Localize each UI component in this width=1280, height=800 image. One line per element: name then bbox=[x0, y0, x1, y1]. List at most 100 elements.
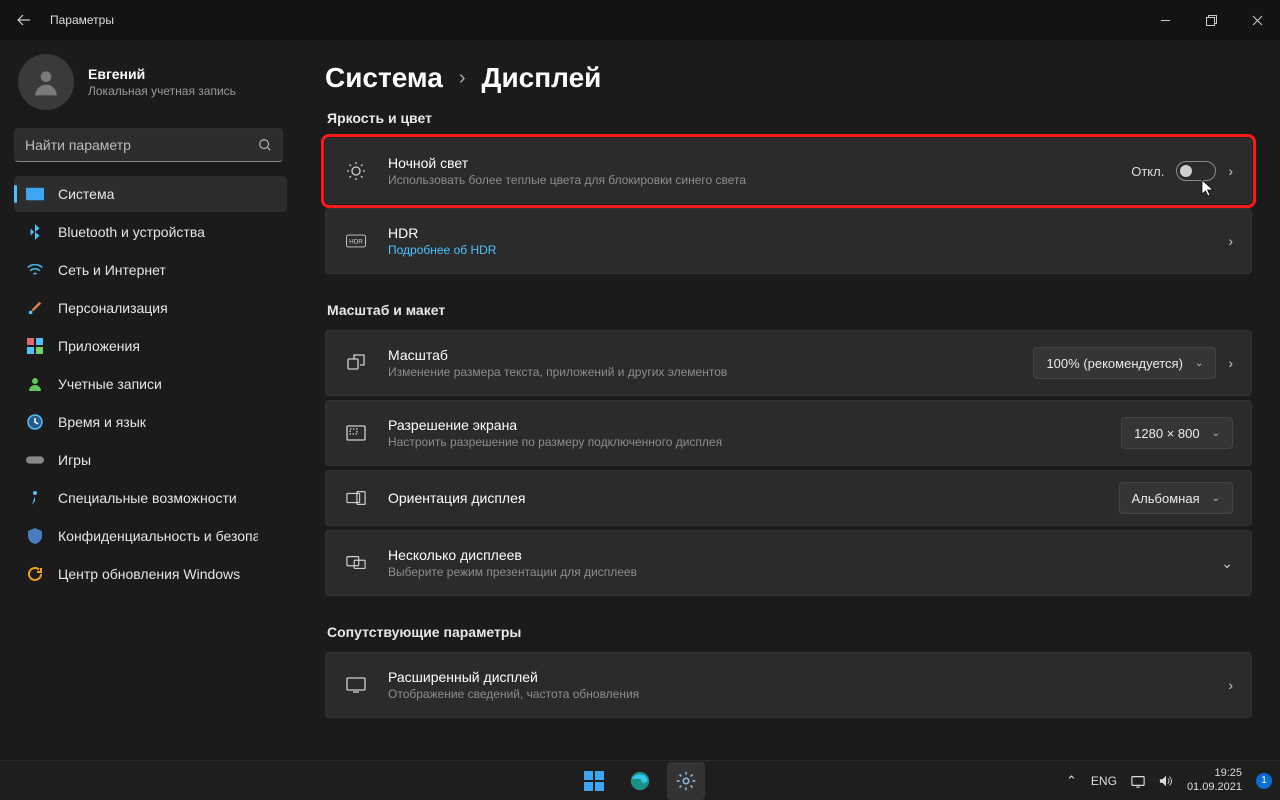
sidebar-item-apps[interactable]: Приложения bbox=[14, 328, 287, 364]
night-light-toggle[interactable] bbox=[1176, 161, 1216, 181]
user-name: Евгений bbox=[88, 66, 236, 82]
chevron-down-icon: ⌄ bbox=[1195, 358, 1203, 369]
notification-badge[interactable]: 1 bbox=[1256, 773, 1272, 789]
sidebar-item-update[interactable]: Центр обновления Windows bbox=[14, 556, 287, 592]
user-type: Локальная учетная запись bbox=[88, 84, 236, 98]
advanced-display-subtitle: Отображение сведений, частота обновления bbox=[388, 687, 1208, 701]
hdr-card[interactable]: HDR HDR Подробнее об HDR › bbox=[325, 208, 1252, 274]
sidebar-nav: Система Bluetooth и устройства Сеть и Ин… bbox=[14, 176, 287, 592]
section-scale: Масштаб и макет bbox=[327, 302, 1252, 318]
multi-display-subtitle: Выберите режим презентации для дисплеев bbox=[388, 565, 1201, 579]
orientation-card[interactable]: Ориентация дисплея Альбомная⌄ bbox=[325, 470, 1252, 526]
chevron-down-icon: ⌄ bbox=[1221, 555, 1233, 572]
accessibility-icon bbox=[26, 489, 44, 507]
breadcrumb-parent[interactable]: Система bbox=[325, 62, 443, 94]
svg-text:HDR: HDR bbox=[349, 239, 363, 246]
resolution-icon bbox=[344, 423, 368, 443]
sidebar-item-network[interactable]: Сеть и Интернет bbox=[14, 252, 287, 288]
resolution-subtitle: Настроить разрешение по размеру подключе… bbox=[388, 435, 1101, 449]
toggle-label: Откл. bbox=[1131, 164, 1164, 179]
sidebar-item-personalization[interactable]: Персонализация bbox=[14, 290, 287, 326]
brightness-icon bbox=[344, 161, 368, 181]
resolution-title: Разрешение экрана bbox=[388, 417, 1101, 433]
wifi-icon bbox=[26, 261, 44, 279]
shield-icon bbox=[26, 527, 44, 545]
brush-icon bbox=[26, 299, 44, 317]
search-input[interactable]: Найти параметр bbox=[14, 128, 283, 162]
edge-button[interactable] bbox=[621, 762, 659, 800]
network-icon[interactable] bbox=[1131, 774, 1145, 788]
avatar bbox=[18, 54, 74, 110]
bluetooth-icon bbox=[26, 223, 44, 241]
hdr-title: HDR bbox=[388, 225, 1208, 241]
scale-card[interactable]: Масштаб Изменение размера текста, прилож… bbox=[325, 330, 1252, 396]
chevron-right-icon: › bbox=[1228, 233, 1233, 249]
breadcrumb: Система › Дисплей bbox=[325, 62, 1252, 94]
resolution-select[interactable]: 1280 × 800⌄ bbox=[1121, 417, 1233, 449]
accounts-icon bbox=[26, 375, 44, 393]
sidebar-item-bluetooth[interactable]: Bluetooth и устройства bbox=[14, 214, 287, 250]
main-content: Система › Дисплей Яркость и цвет Ночной … bbox=[295, 40, 1280, 760]
sidebar-item-time[interactable]: Время и язык bbox=[14, 404, 287, 440]
orientation-title: Ориентация дисплея bbox=[388, 490, 1099, 506]
scale-icon bbox=[344, 353, 368, 373]
language-indicator[interactable]: ENG bbox=[1091, 774, 1117, 788]
taskbar: ⌃ ENG 19:25 01.09.2021 1 bbox=[0, 760, 1280, 800]
orientation-select[interactable]: Альбомная⌄ bbox=[1119, 482, 1233, 514]
back-button[interactable] bbox=[16, 12, 32, 28]
clock-icon bbox=[26, 413, 44, 431]
system-icon bbox=[26, 185, 44, 203]
chevron-right-icon: › bbox=[459, 67, 466, 90]
sidebar-item-label: Игры bbox=[58, 452, 91, 468]
search-placeholder: Найти параметр bbox=[25, 137, 131, 153]
sidebar: Евгений Локальная учетная запись Найти п… bbox=[0, 40, 295, 760]
chevron-down-icon: ⌄ bbox=[1212, 493, 1220, 504]
sidebar-item-accounts[interactable]: Учетные записи bbox=[14, 366, 287, 402]
section-brightness: Яркость и цвет bbox=[327, 110, 1252, 126]
cursor-icon bbox=[1201, 179, 1215, 197]
section-related: Сопутствующие параметры bbox=[327, 624, 1252, 640]
scale-title: Масштаб bbox=[388, 347, 1013, 363]
scale-subtitle: Изменение размера текста, приложений и д… bbox=[388, 365, 1013, 379]
advanced-display-title: Расширенный дисплей bbox=[388, 669, 1208, 685]
chevron-right-icon: › bbox=[1228, 163, 1233, 179]
chevron-down-icon: ⌄ bbox=[1212, 428, 1220, 439]
monitor-icon bbox=[344, 675, 368, 695]
minimize-button[interactable] bbox=[1142, 0, 1188, 40]
sidebar-item-privacy[interactable]: Конфиденциальность и безопасность bbox=[14, 518, 287, 554]
sidebar-item-system[interactable]: Система bbox=[14, 176, 287, 212]
sidebar-item-label: Персонализация bbox=[58, 300, 168, 316]
clock[interactable]: 19:25 01.09.2021 bbox=[1187, 767, 1242, 793]
sidebar-item-accessibility[interactable]: Специальные возможности bbox=[14, 480, 287, 516]
multi-display-icon bbox=[344, 553, 368, 573]
update-icon bbox=[26, 565, 44, 583]
system-tray: ⌃ ENG 19:25 01.09.2021 1 bbox=[1066, 767, 1272, 793]
advanced-display-card[interactable]: Расширенный дисплей Отображение сведений… bbox=[325, 652, 1252, 718]
night-light-card[interactable]: Ночной свет Использовать более теплые цв… bbox=[325, 138, 1252, 204]
sidebar-item-gaming[interactable]: Игры bbox=[14, 442, 287, 478]
sidebar-item-label: Bluetooth и устройства bbox=[58, 224, 205, 240]
titlebar: Параметры bbox=[0, 0, 1280, 40]
settings-taskbar-button[interactable] bbox=[667, 762, 705, 800]
sidebar-item-label: Система bbox=[58, 186, 114, 202]
scale-select[interactable]: 100% (рекомендуется)⌄ bbox=[1033, 347, 1216, 379]
hdr-link[interactable]: Подробнее об HDR bbox=[388, 243, 1208, 257]
tray-chevron-icon[interactable]: ⌃ bbox=[1066, 773, 1077, 789]
chevron-right-icon: › bbox=[1228, 677, 1233, 693]
window-title: Параметры bbox=[50, 13, 114, 27]
sidebar-item-label: Сеть и Интернет bbox=[58, 262, 166, 278]
sidebar-item-label: Специальные возможности bbox=[58, 490, 237, 506]
multi-display-title: Несколько дисплеев bbox=[388, 547, 1201, 563]
maximize-button[interactable] bbox=[1188, 0, 1234, 40]
apps-icon bbox=[26, 337, 44, 355]
start-button[interactable] bbox=[575, 762, 613, 800]
sidebar-item-label: Учетные записи bbox=[58, 376, 162, 392]
orientation-icon bbox=[344, 488, 368, 508]
night-light-subtitle: Использовать более теплые цвета для блок… bbox=[388, 173, 1111, 187]
close-button[interactable] bbox=[1234, 0, 1280, 40]
resolution-card[interactable]: Разрешение экрана Настроить разрешение п… bbox=[325, 400, 1252, 466]
sidebar-item-label: Приложения bbox=[58, 338, 140, 354]
multi-display-card[interactable]: Несколько дисплеев Выберите режим презен… bbox=[325, 530, 1252, 596]
volume-icon[interactable] bbox=[1159, 774, 1173, 788]
user-account[interactable]: Евгений Локальная учетная запись bbox=[18, 54, 287, 110]
